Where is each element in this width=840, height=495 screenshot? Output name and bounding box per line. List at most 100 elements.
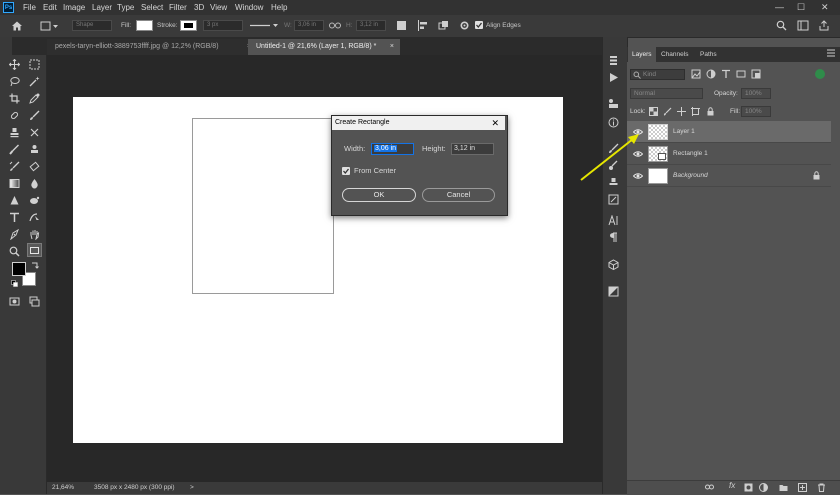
layer-row-rectangle-1[interactable]: Rectangle 1: [627, 143, 831, 165]
tab-layers[interactable]: Layers: [628, 47, 656, 62]
lasso-tool-icon[interactable]: [8, 75, 20, 87]
workspace-icon[interactable]: [797, 20, 809, 31]
opacity-input[interactable]: 100%: [741, 88, 771, 99]
rectangle-tool-icon[interactable]: [27, 243, 42, 257]
height-input[interactable]: 3,12 in: [451, 143, 494, 155]
stamp-tool-icon[interactable]: [28, 143, 40, 155]
tool-presets-icon[interactable]: [606, 192, 620, 206]
eraser-icon[interactable]: [28, 160, 40, 172]
layer-row-layer-1[interactable]: Layer 1: [627, 121, 831, 143]
paragraph-panel-icon[interactable]: [606, 230, 620, 244]
lock-all-icon[interactable]: [706, 107, 715, 116]
menu-type[interactable]: Type: [117, 0, 134, 15]
w-input[interactable]: 3,06 in: [294, 20, 324, 31]
delete-layer-icon[interactable]: [817, 483, 826, 492]
character-panel-icon[interactable]: [606, 213, 620, 227]
tab-close-icon[interactable]: ×: [390, 39, 394, 55]
spot-healing-tool-icon[interactable]: [8, 109, 20, 121]
brush-tool-icon[interactable]: [28, 109, 40, 121]
eraser-tool-icon[interactable]: [8, 143, 20, 155]
magic-wand-tool-icon[interactable]: [28, 75, 40, 87]
sponge-tool-icon[interactable]: [28, 194, 40, 206]
panel-menu-icon[interactable]: [826, 49, 836, 57]
foreground-color-swatch[interactable]: [12, 262, 26, 276]
minimize-button[interactable]: —: [775, 0, 784, 15]
rectangle-shape[interactable]: [192, 118, 334, 294]
history-brush-tool-icon[interactable]: [28, 126, 40, 138]
close-window-button[interactable]: ✕: [821, 0, 829, 15]
adjustments-panel-icon[interactable]: [606, 284, 620, 298]
path-selection-tool-icon[interactable]: [28, 211, 40, 223]
eyedropper-tool-icon[interactable]: [28, 92, 40, 104]
type-tool-icon[interactable]: [8, 211, 20, 223]
blend-mode-select[interactable]: Normal: [630, 88, 703, 99]
shape-mode-select[interactable]: Shape: [72, 20, 112, 31]
tab-channels[interactable]: Channels: [657, 47, 692, 62]
pen-tool-icon[interactable]: [8, 228, 20, 240]
path-arrangement-icon[interactable]: [438, 20, 449, 31]
path-alignment-icon[interactable]: [417, 20, 428, 31]
align-edges-checkbox[interactable]: [475, 21, 483, 29]
stroke-width-input[interactable]: 3 px: [203, 20, 243, 31]
from-center-checkbox[interactable]: [342, 167, 350, 175]
width-input[interactable]: 3,06 in: [371, 143, 414, 155]
quick-mask-icon[interactable]: [8, 295, 20, 307]
share-icon[interactable]: [818, 20, 830, 31]
marquee-tool-icon[interactable]: [28, 58, 40, 70]
tab-paths[interactable]: Paths: [696, 47, 721, 62]
menu-3d[interactable]: 3D: [194, 0, 204, 15]
h-input[interactable]: 3,12 in: [356, 20, 386, 31]
lock-position-icon[interactable]: [677, 107, 686, 116]
3d-panel-icon[interactable]: [606, 257, 620, 271]
history-panel-icon[interactable]: [606, 53, 620, 67]
search-icon[interactable]: [776, 20, 787, 31]
fill-swatch[interactable]: [136, 20, 153, 31]
crop-tool-icon[interactable]: [8, 92, 20, 104]
menu-filter[interactable]: Filter: [169, 0, 187, 15]
link-icon[interactable]: [329, 21, 341, 30]
fill-input[interactable]: 100%: [741, 106, 771, 117]
menu-edit[interactable]: Edit: [43, 0, 57, 15]
new-layer-icon[interactable]: [798, 483, 807, 492]
menu-image[interactable]: Image: [63, 0, 85, 15]
lock-image-icon[interactable]: [663, 107, 672, 116]
filter-pixel-icon[interactable]: [691, 69, 701, 79]
status-menu-arrow[interactable]: >: [190, 484, 194, 491]
home-icon[interactable]: [11, 20, 23, 32]
filter-shape-icon[interactable]: [736, 69, 746, 79]
actions-panel-icon[interactable]: [606, 70, 620, 84]
filter-toggle-icon[interactable]: [815, 69, 825, 79]
stroke-swatch[interactable]: [180, 20, 197, 31]
menu-help[interactable]: Help: [271, 0, 287, 15]
settings-gear-icon[interactable]: [459, 20, 470, 31]
link-layers-icon[interactable]: [705, 483, 714, 492]
zoom-tool-icon[interactable]: [8, 245, 20, 257]
filter-smart-object-icon[interactable]: [751, 69, 761, 79]
info-panel-icon[interactable]: [606, 115, 620, 129]
stroke-type-select[interactable]: [249, 20, 279, 31]
maximize-button[interactable]: ☐: [797, 0, 805, 15]
dodge-tool-icon[interactable]: [8, 194, 20, 206]
cancel-button[interactable]: Cancel: [422, 188, 495, 202]
new-group-icon[interactable]: [779, 483, 788, 492]
menu-window[interactable]: Window: [235, 0, 263, 15]
layer-row-background[interactable]: Background: [627, 165, 831, 187]
adjustment-layer-icon[interactable]: [759, 483, 768, 492]
menu-view[interactable]: View: [210, 0, 227, 15]
hand-tool-icon[interactable]: [28, 228, 40, 240]
lock-artboard-icon[interactable]: [691, 107, 700, 116]
gradient-tool-icon[interactable]: [8, 177, 20, 189]
swap-colors-icon[interactable]: [31, 261, 39, 269]
tool-preset-picker[interactable]: [40, 20, 60, 32]
layer-filter-select[interactable]: Kind: [630, 69, 685, 80]
history-brush-icon[interactable]: [8, 160, 20, 172]
path-operations-icon[interactable]: [396, 20, 407, 31]
menu-file[interactable]: File: [23, 0, 36, 15]
lock-transparent-icon[interactable]: [649, 107, 658, 116]
properties-panel-icon[interactable]: [606, 96, 620, 110]
dialog-close-button[interactable]: ✕: [491, 116, 499, 130]
layer-style-fx-button[interactable]: fx: [729, 481, 735, 490]
clone-stamp-tool-icon[interactable]: [8, 126, 20, 138]
menu-layer[interactable]: Layer: [92, 0, 112, 15]
add-mask-icon[interactable]: [744, 483, 753, 492]
